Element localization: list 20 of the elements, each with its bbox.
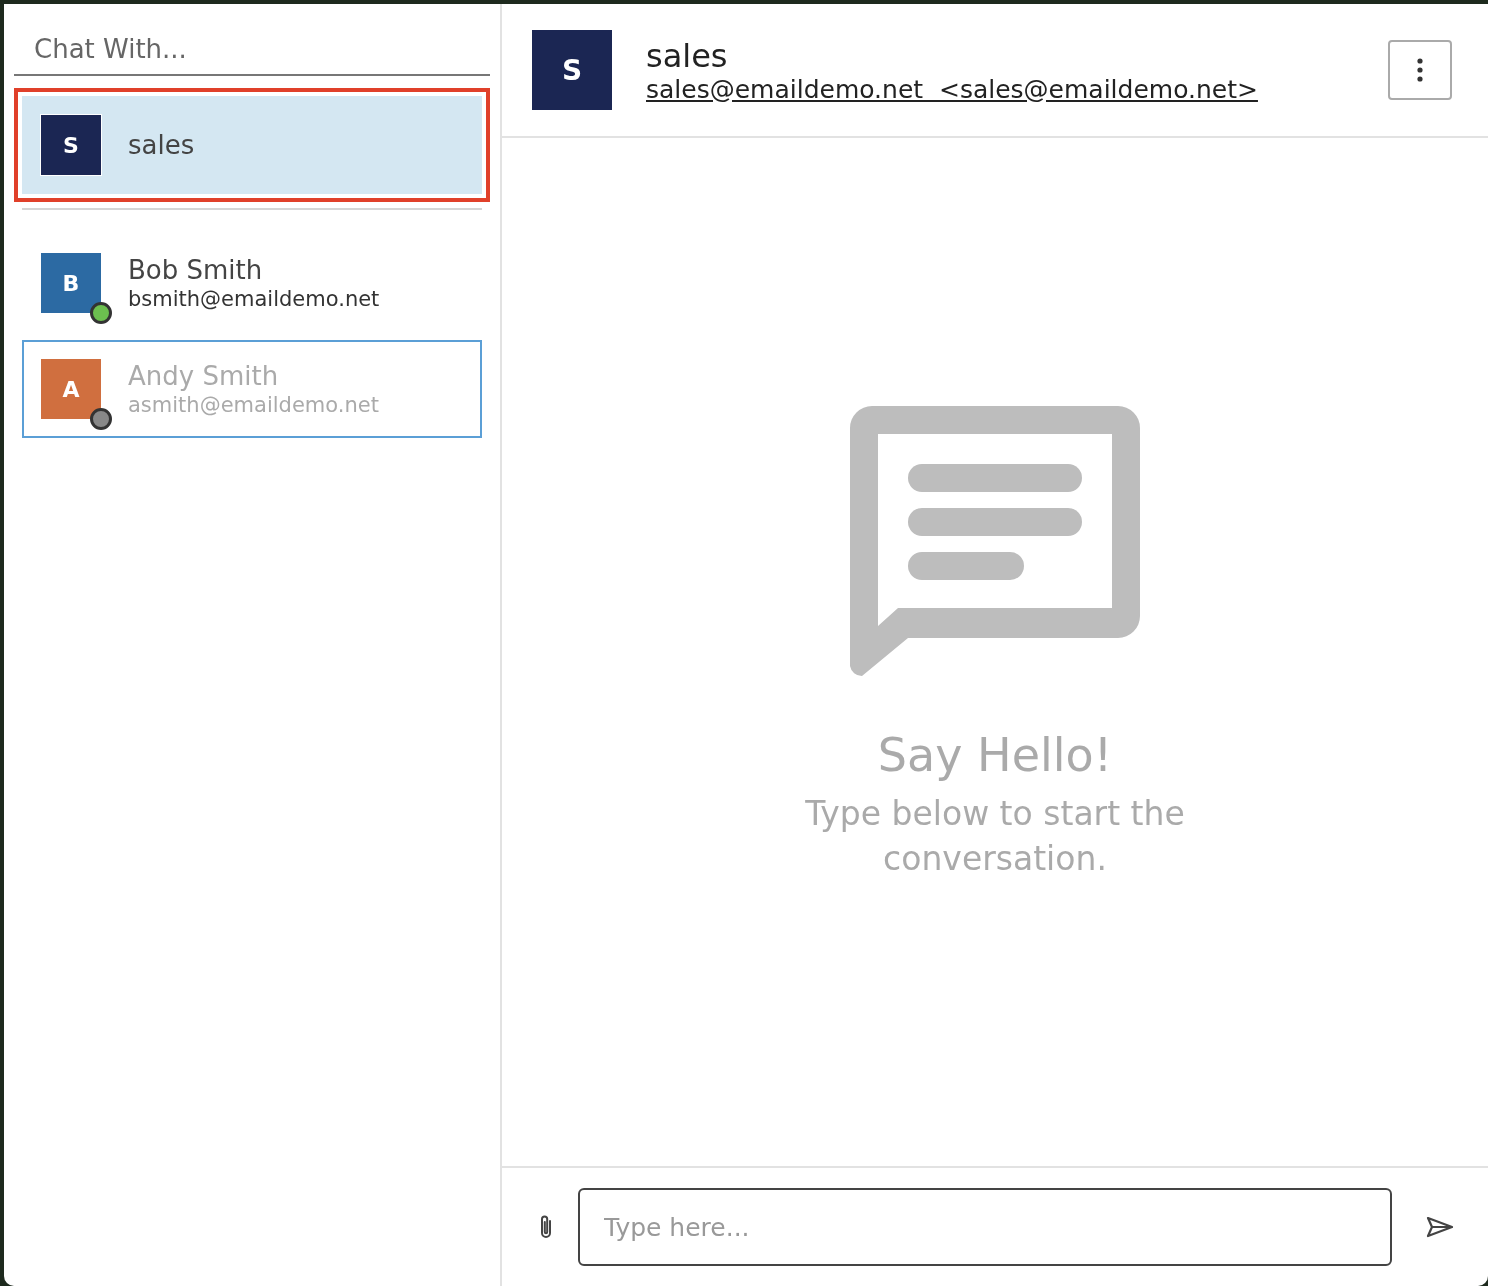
avatar: S bbox=[532, 30, 612, 110]
contact-name: Andy Smith bbox=[128, 361, 280, 391]
avatar: A bbox=[40, 358, 102, 420]
contact-email: asmith@emaildemo.net bbox=[128, 393, 379, 417]
contact-item[interactable]: S sales bbox=[22, 96, 482, 194]
empty-title: Say Hello! bbox=[877, 728, 1113, 782]
contact-name: Bob Smith bbox=[128, 255, 264, 285]
empty-message: Type below to start the conversation. bbox=[804, 793, 1186, 880]
paperclip-icon[interactable] bbox=[538, 1213, 554, 1241]
avatar: B bbox=[40, 252, 102, 314]
send-icon[interactable] bbox=[1426, 1216, 1454, 1238]
contact-name: sales bbox=[128, 130, 195, 160]
chat-bubble-icon bbox=[848, 404, 1142, 678]
chat-title: sales bbox=[646, 36, 729, 75]
more-icon bbox=[1417, 58, 1423, 82]
avatar: S bbox=[40, 114, 102, 176]
contact-email: bsmith@emaildemo.net bbox=[128, 287, 380, 311]
email-link[interactable]: sales@emaildemo.net <sales@emaildemo.net> bbox=[646, 74, 1354, 104]
message-field[interactable]: Type here... bbox=[578, 1188, 1392, 1266]
contact-item[interactable]: B Bob Smith bsmith@emaildemo.net bbox=[22, 234, 482, 332]
